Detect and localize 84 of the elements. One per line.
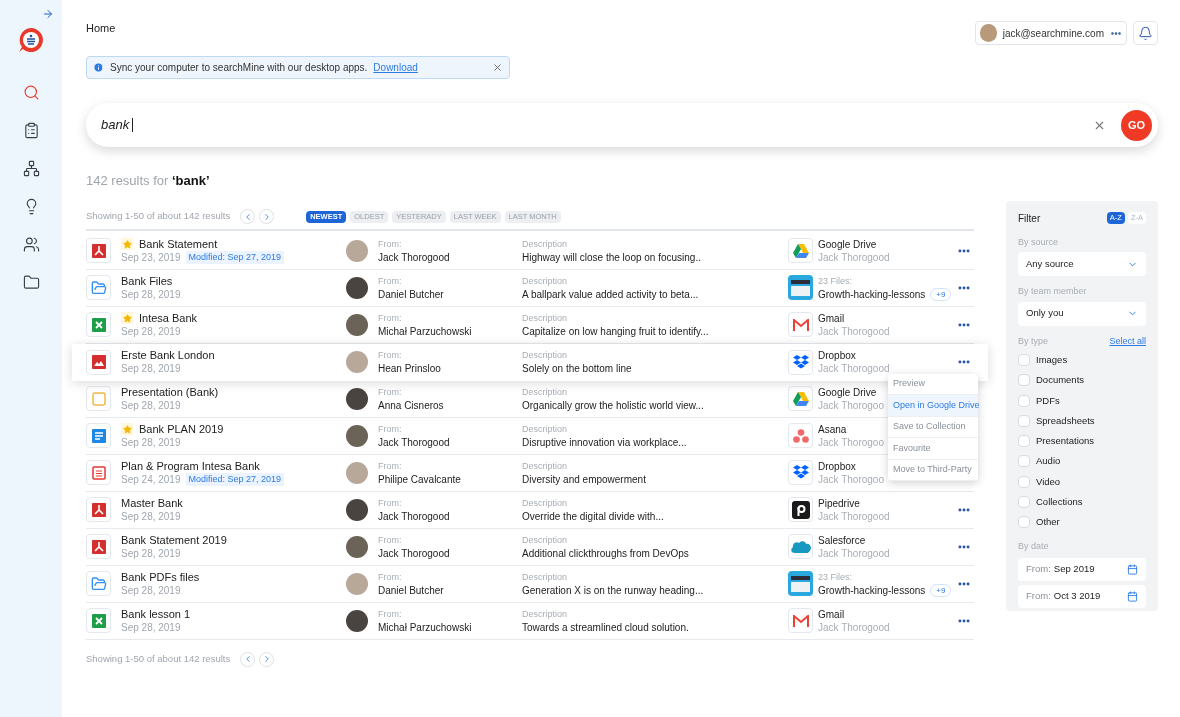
- from-label: From:: [378, 349, 403, 362]
- owner-name: Jack Thorogood: [818, 250, 890, 264]
- from-label: From:: [378, 459, 403, 473]
- description-label: Description: [522, 607, 569, 621]
- files-count: 23 Files:: [818, 570, 852, 584]
- sender-name: Jack Thorogood: [378, 509, 451, 523]
- owner-name: Jack Thorogood: [818, 324, 890, 338]
- from-label: From:: [378, 570, 403, 584]
- results-count: 142 results for: [86, 173, 170, 188]
- from-label: From:: [378, 385, 403, 399]
- from-label: From:: [378, 607, 403, 621]
- from-label: From:: [378, 274, 403, 288]
- description-text: Towards a streamlined cloud solution.: [522, 620, 690, 634]
- pagination-summary: Showing 1-50 of about 142 results: [86, 651, 231, 666]
- user-email: jack@searchmine.com: [1002, 26, 1104, 41]
- from-label: From:: [378, 422, 403, 436]
- description-text: Capitalize on low hanging fruit to identify...: [522, 324, 710, 338]
- source-name: Gmail: [818, 311, 845, 325]
- sender-name: Michał Parzuchowski: [378, 324, 473, 338]
- source-name: Salesforce: [818, 533, 866, 547]
- description-text: Generation X is on the runway heading...: [522, 583, 705, 597]
- sender-name: Daniel Butcher: [378, 287, 445, 301]
- description-label: Description: [522, 459, 569, 473]
- banner-text: Sync your computer to searchMine with our desktop apps.: [110, 61, 368, 75]
- file-date: Sep 28, 2019: [121, 398, 181, 412]
- description-text: A ballpark value added activity to beta...: [522, 287, 700, 301]
- owner-name: Jack Thorogoo: [818, 398, 884, 412]
- description-label: Description: [522, 422, 569, 436]
- modified-badge: Modified: Sep 27, 2019: [185, 250, 285, 264]
- file-date: Sep 28, 2019: [121, 435, 181, 449]
- source-name: Google Drive: [818, 237, 877, 251]
- file-date: Sep 28, 2019: [121, 509, 181, 523]
- file-date: Sep 28, 2019: [121, 287, 181, 301]
- source-name: Google Drive: [818, 385, 877, 399]
- sender-name: Hean Prinsloo: [378, 362, 442, 375]
- description-text: Solely on the bottom line: [522, 362, 633, 375]
- sender-name: Jack Thorogood: [378, 435, 451, 449]
- file-date: Sep 28, 2019: [121, 362, 181, 375]
- source-name: Pipedrive: [818, 496, 860, 510]
- owner-name: Jack Thorogood: [818, 509, 890, 523]
- filter-label: By source: [1018, 235, 1060, 249]
- sender-name: Jack Thorogood: [378, 546, 451, 560]
- file-date: Sep 28, 2019: [121, 324, 181, 338]
- description-label: Description: [522, 311, 569, 325]
- owner-name: Jack Thorogoo: [818, 435, 884, 449]
- sender-name: Michał Parzuchowski: [378, 620, 473, 634]
- description-label: Description: [522, 496, 569, 510]
- source-name: Gmail: [818, 607, 845, 621]
- search-term: ‘bank’: [172, 173, 210, 188]
- description-label: Description: [522, 570, 569, 584]
- files-count: 23 Files:: [818, 274, 852, 288]
- owner-name: Jack Thorogood: [818, 546, 890, 560]
- description-label: Description: [522, 237, 569, 251]
- owner-name: Jack Thorogood: [818, 362, 890, 375]
- modified-badge: Modified: Sep 27, 2019: [185, 472, 285, 486]
- description-label: Description: [522, 274, 569, 288]
- from-label: From:: [378, 311, 403, 325]
- filter-title: Filter: [1018, 211, 1041, 226]
- source-name: Asana: [818, 422, 847, 436]
- description-text: Additional clickthroughs from DevOps: [522, 546, 690, 560]
- file-date: Sep 23, 2019: [121, 250, 181, 264]
- description-text: Disruptive innovation via workplace...: [522, 435, 688, 449]
- description-text: Highway will close the loop on focusing..: [522, 250, 702, 264]
- pagination-summary: Showing 1-50 of about 142 results: [86, 209, 231, 224]
- from-label: From:: [378, 237, 403, 251]
- description-text: Organically grow the holistic world view...: [522, 398, 705, 412]
- description-label: Description: [522, 533, 569, 547]
- from-label: From:: [378, 533, 403, 547]
- from-label: From:: [378, 496, 403, 510]
- source-name: Dropbox: [818, 459, 856, 473]
- owner-name: Jack Thorogood: [818, 620, 890, 634]
- sender-name: Daniel Butcher: [378, 583, 445, 597]
- description-label: Description: [522, 385, 569, 399]
- filter-label: By type: [1018, 334, 1048, 348]
- sender-name: Jack Thorogood: [378, 250, 451, 264]
- description-text: Override the digital divide with...: [522, 509, 665, 523]
- file-date: Sep 28, 2019: [121, 546, 181, 560]
- description-label: Description: [522, 349, 569, 362]
- source-name: Dropbox: [818, 349, 856, 362]
- filter-label: By date: [1018, 540, 1050, 554]
- file-date: Sep 28, 2019: [121, 620, 181, 634]
- sender-name: Anna Cisneros: [378, 398, 445, 412]
- filter-label: By team member: [1018, 285, 1088, 298]
- file-date: Sep 28, 2019: [121, 583, 181, 597]
